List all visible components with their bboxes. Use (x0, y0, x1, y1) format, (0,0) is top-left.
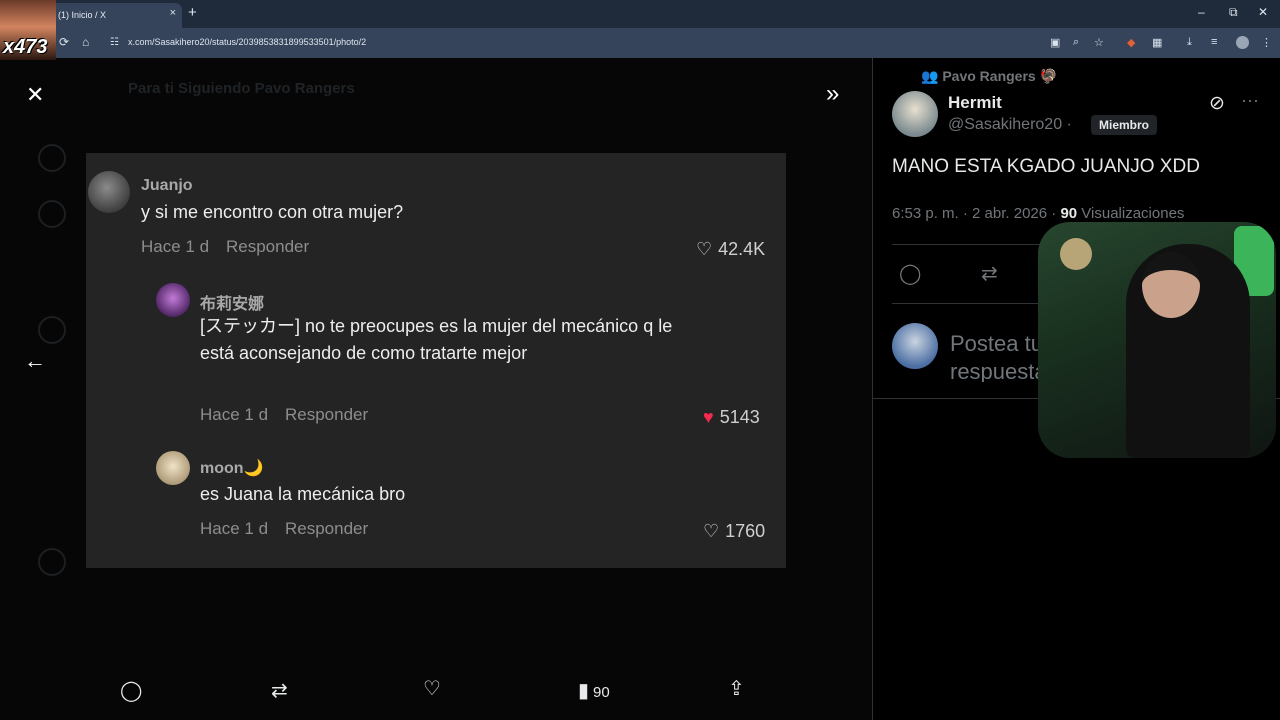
like-icon[interactable]: ♡ (423, 676, 441, 701)
cast-icon[interactable]: ▣ (1050, 36, 1060, 49)
maximize-button[interactable]: ⧉ (1229, 5, 1238, 20)
new-tab-button[interactable]: + (188, 4, 197, 21)
comment-author: Juanjo (141, 177, 193, 194)
minimize-button[interactable]: – (1198, 5, 1205, 19)
browser-tab[interactable]: (1) Inicio / X × (44, 3, 182, 28)
tab-title: (1) Inicio / X (58, 10, 107, 20)
browser-navbar: ⟳ ⌂ ☷ x.com/Sasakihero20/status/20398538… (0, 28, 1280, 58)
extensions-puzzle-icon[interactable]: ▦ (1152, 36, 1162, 49)
media-viewer: Para ti Siguiendo Pavo Rangers ✕ » ← Jua… (0, 58, 872, 720)
comment-likes: ♡ 42.4K (696, 239, 766, 259)
zoom-icon[interactable]: ⌕ (1073, 36, 1079, 49)
profile-avatar[interactable] (1236, 36, 1249, 49)
comment-author: moon🌙 (200, 460, 264, 477)
more-options-icon[interactable]: ··· (1241, 90, 1259, 111)
comment-time: Hace 1 d (141, 237, 210, 256)
close-viewer-icon[interactable]: ✕ (26, 82, 44, 108)
comment-author: 布莉安娜 (200, 296, 265, 313)
site-info-icon[interactable]: ☷ (110, 37, 119, 48)
download-icon[interactable]: ⤓ (1187, 36, 1192, 49)
reload-icon[interactable]: ⟳ (59, 35, 69, 49)
community-label[interactable]: 👥 Pavo Rangers 🦃 (921, 68, 1057, 85)
webcam-person-head (1142, 252, 1200, 318)
author-name[interactable]: Hermit (948, 93, 1002, 113)
media-control-icon[interactable]: ≡ (1211, 36, 1217, 48)
author-handle[interactable]: @Sasakihero20 · (948, 116, 1072, 134)
current-user-avatar (892, 323, 938, 369)
comment-reply-label: Responder (226, 237, 310, 256)
photo-image: Juanjo y si me encontro con otra mujer? … (86, 153, 786, 568)
comment-likes: ♥ 5143 (703, 407, 760, 427)
community-icon: 👥 (921, 68, 943, 84)
bookmark-star-icon[interactable]: ☆ (1094, 36, 1104, 49)
background-grok-icon (38, 316, 66, 344)
panel-repost-icon[interactable]: ⇄ (981, 261, 998, 286)
author-avatar[interactable] (892, 91, 938, 137)
views-chart-icon: ▮ (578, 680, 590, 702)
heart-outline-icon: ♡ (703, 521, 720, 541)
reply-input[interactable]: Postea tu respuesta (950, 330, 1050, 382)
browser-menu-icon[interactable]: ⋮ (1261, 36, 1272, 49)
reply-icon[interactable]: ◯ (120, 678, 142, 703)
comment-text: [ステッカー] no te preocupes es la mujer del … (200, 316, 673, 363)
tab-close-icon[interactable]: × (170, 7, 176, 19)
comment-avatar (88, 171, 130, 213)
post-text: MANO ESTA KGADO JUANJO XDD (892, 156, 1200, 177)
grok-icon[interactable]: ⊘ (1209, 92, 1225, 115)
webcam-overlay (1038, 222, 1276, 458)
comment-time: Hace 1 d (200, 519, 269, 538)
heart-filled-icon: ♥ (703, 407, 714, 427)
comment-avatar (156, 283, 190, 317)
window-close-button[interactable]: ✕ (1258, 5, 1268, 19)
comment-reply-label: Responder (285, 519, 369, 538)
address-bar[interactable]: x.com/Sasakihero20/status/20398538318995… (128, 37, 366, 47)
expand-panel-icon[interactable]: » (826, 80, 839, 108)
comment-text: y si me encontro con otra mujer? (141, 202, 404, 222)
views-label: Visualizaciones (1081, 205, 1185, 222)
webcam-lamp (1060, 238, 1092, 270)
comment-time: Hace 1 d (200, 405, 269, 424)
views-button[interactable]: ▮ 90 (578, 678, 610, 703)
comment-text: es Juana la mecánica bro (200, 484, 406, 504)
post-action-bar: ◯ ⇄ ♡ ▮ 90 ⇪ (0, 670, 872, 714)
background-search-icon (38, 200, 66, 228)
share-icon[interactable]: ⇪ (728, 676, 745, 701)
views-number: 90 (1060, 205, 1078, 222)
background-tabs: Para ti Siguiendo Pavo Rangers (128, 80, 355, 97)
heart-outline-icon: ♡ (696, 239, 713, 259)
background-more-icon (38, 548, 66, 576)
repost-icon[interactable]: ⇄ (271, 678, 288, 703)
browser-tabbar: (1) Inicio / X × + – ⧉ ✕ (0, 0, 1280, 28)
background-home-icon (38, 144, 66, 172)
comment-reply-label: Responder (285, 405, 369, 424)
extension-icon[interactable]: ◆ (1127, 36, 1135, 49)
streamer-overlay-text: x473 (3, 36, 48, 58)
member-badge: Miembro (1091, 115, 1158, 135)
previous-photo-icon[interactable]: ← (24, 348, 46, 374)
post-timestamp: 6:53 p. m. · 2 abr. 2026 · 90 Visualizac… (892, 205, 1185, 222)
comment-likes: ♡ 1760 (703, 521, 766, 541)
comment-avatar (156, 451, 190, 485)
home-icon[interactable]: ⌂ (82, 35, 89, 49)
panel-reply-icon[interactable]: ◯ (899, 261, 921, 286)
views-count: 90 (593, 684, 610, 701)
